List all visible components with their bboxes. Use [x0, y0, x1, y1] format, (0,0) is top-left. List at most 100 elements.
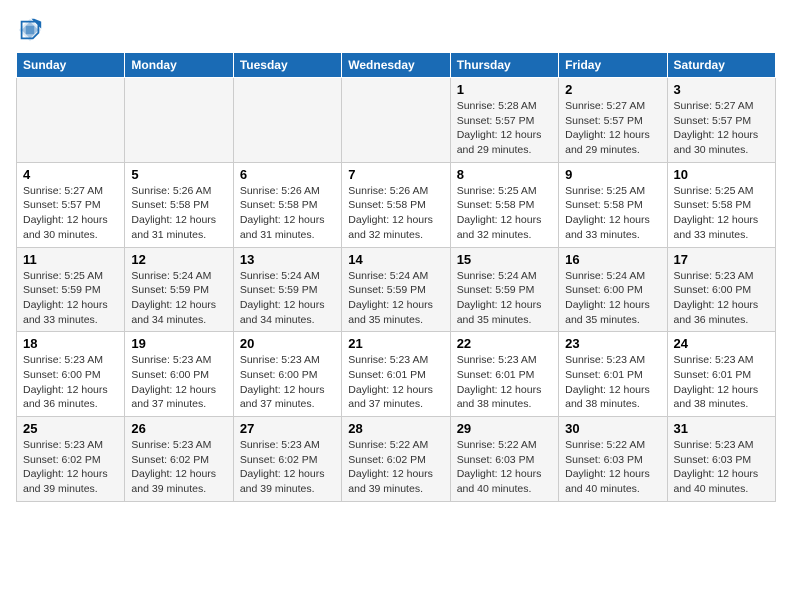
- day-number: 12: [131, 252, 226, 267]
- cell-text: Sunrise: 5:27 AM: [674, 99, 769, 114]
- calendar-cell: 26Sunrise: 5:23 AMSunset: 6:02 PMDayligh…: [125, 417, 233, 502]
- cell-text: Sunset: 5:58 PM: [131, 198, 226, 213]
- cell-text: Sunrise: 5:22 AM: [457, 438, 552, 453]
- day-number: 21: [348, 336, 443, 351]
- cell-text: and 38 minutes.: [457, 397, 552, 412]
- calendar-cell: 5Sunrise: 5:26 AMSunset: 5:58 PMDaylight…: [125, 162, 233, 247]
- cell-text: Sunset: 5:58 PM: [348, 198, 443, 213]
- cell-text: Sunrise: 5:23 AM: [348, 353, 443, 368]
- cell-text: and 40 minutes.: [674, 482, 769, 497]
- cell-text: Sunset: 5:57 PM: [457, 114, 552, 129]
- cell-text: Sunset: 6:03 PM: [674, 453, 769, 468]
- cell-text: Sunset: 5:59 PM: [348, 283, 443, 298]
- cell-text: Sunrise: 5:24 AM: [348, 269, 443, 284]
- cell-text: and 30 minutes.: [23, 228, 118, 243]
- calendar-cell: 9Sunrise: 5:25 AMSunset: 5:58 PMDaylight…: [559, 162, 667, 247]
- cell-text: Sunrise: 5:23 AM: [674, 353, 769, 368]
- week-row-5: 25Sunrise: 5:23 AMSunset: 6:02 PMDayligh…: [17, 417, 776, 502]
- calendar-cell: 10Sunrise: 5:25 AMSunset: 5:58 PMDayligh…: [667, 162, 775, 247]
- cell-text: Sunset: 6:01 PM: [457, 368, 552, 383]
- cell-text: Daylight: 12 hours: [23, 213, 118, 228]
- cell-text: Sunrise: 5:23 AM: [240, 438, 335, 453]
- logo-icon: [16, 16, 44, 44]
- cell-text: Sunrise: 5:23 AM: [240, 353, 335, 368]
- cell-text: and 33 minutes.: [23, 313, 118, 328]
- cell-text: and 31 minutes.: [131, 228, 226, 243]
- cell-text: and 40 minutes.: [457, 482, 552, 497]
- calendar-cell: 6Sunrise: 5:26 AMSunset: 5:58 PMDaylight…: [233, 162, 341, 247]
- cell-text: Daylight: 12 hours: [457, 383, 552, 398]
- cell-text: Sunset: 6:00 PM: [674, 283, 769, 298]
- cell-text: Daylight: 12 hours: [674, 128, 769, 143]
- cell-text: Sunrise: 5:22 AM: [348, 438, 443, 453]
- cell-text: and 39 minutes.: [23, 482, 118, 497]
- weekday-header-sunday: Sunday: [17, 53, 125, 78]
- day-number: 26: [131, 421, 226, 436]
- cell-text: Daylight: 12 hours: [674, 213, 769, 228]
- weekday-row: SundayMondayTuesdayWednesdayThursdayFrid…: [17, 53, 776, 78]
- cell-text: Daylight: 12 hours: [674, 383, 769, 398]
- cell-text: and 38 minutes.: [674, 397, 769, 412]
- weekday-header-friday: Friday: [559, 53, 667, 78]
- calendar-cell: 12Sunrise: 5:24 AMSunset: 5:59 PMDayligh…: [125, 247, 233, 332]
- cell-text: and 35 minutes.: [348, 313, 443, 328]
- cell-text: and 39 minutes.: [240, 482, 335, 497]
- cell-text: Daylight: 12 hours: [457, 298, 552, 313]
- calendar-cell: 3 Sunrise: 5:27 AMSunset: 5:57 PMDaylight…: [667, 78, 775, 163]
- cell-text: Sunset: 6:00 PM: [565, 283, 660, 298]
- cell-text: Sunrise: 5:24 AM: [240, 269, 335, 284]
- cell-text: and 29 minutes.: [457, 143, 552, 158]
- calendar-body: 1Sunrise: 5:28 AMSunset: 5:57 PMDaylight…: [17, 78, 776, 502]
- calendar-cell: 7Sunrise: 5:26 AMSunset: 5:58 PMDaylight…: [342, 162, 450, 247]
- cell-text: Sunset: 5:58 PM: [565, 198, 660, 213]
- day-number: 18: [23, 336, 118, 351]
- cell-text: Daylight: 12 hours: [23, 467, 118, 482]
- day-number: 27: [240, 421, 335, 436]
- cell-text: Sunrise: 5:23 AM: [674, 269, 769, 284]
- cell-text: Sunrise: 5:23 AM: [131, 353, 226, 368]
- cell-text: Sunrise: 5:27 AM: [23, 184, 118, 199]
- calendar-cell: 28Sunrise: 5:22 AMSunset: 6:02 PMDayligh…: [342, 417, 450, 502]
- cell-text: Sunset: 5:57 PM: [23, 198, 118, 213]
- cell-text: and 37 minutes.: [131, 397, 226, 412]
- cell-text: Sunrise: 5:23 AM: [23, 353, 118, 368]
- calendar-table: SundayMondayTuesdayWednesdayThursdayFrid…: [16, 52, 776, 502]
- cell-text: and 34 minutes.: [240, 313, 335, 328]
- cell-text: Sunrise: 5:23 AM: [23, 438, 118, 453]
- logo: [16, 16, 48, 44]
- calendar-cell: [342, 78, 450, 163]
- cell-text: and 29 minutes.: [565, 143, 660, 158]
- cell-text: and 36 minutes.: [674, 313, 769, 328]
- day-number: 7: [348, 167, 443, 182]
- calendar-cell: 21Sunrise: 5:23 AMSunset: 6:01 PMDayligh…: [342, 332, 450, 417]
- cell-text: and 35 minutes.: [565, 313, 660, 328]
- day-number: 13: [240, 252, 335, 267]
- calendar-cell: [233, 78, 341, 163]
- cell-text: and 37 minutes.: [240, 397, 335, 412]
- cell-text: Sunset: 6:00 PM: [23, 368, 118, 383]
- cell-text: Sunset: 6:03 PM: [565, 453, 660, 468]
- cell-text: Daylight: 12 hours: [240, 298, 335, 313]
- cell-text: Sunset: 6:01 PM: [565, 368, 660, 383]
- calendar-cell: 16Sunrise: 5:24 AMSunset: 6:00 PMDayligh…: [559, 247, 667, 332]
- cell-text: Sunset: 5:59 PM: [457, 283, 552, 298]
- cell-text: Sunset: 5:57 PM: [674, 114, 769, 129]
- cell-text: Daylight: 12 hours: [240, 213, 335, 228]
- day-number: 3: [674, 82, 769, 97]
- cell-text: and 40 minutes.: [565, 482, 660, 497]
- cell-text: and 36 minutes.: [23, 397, 118, 412]
- cell-text: and 39 minutes.: [348, 482, 443, 497]
- day-number: 28: [348, 421, 443, 436]
- cell-text: and 33 minutes.: [565, 228, 660, 243]
- cell-text: Sunrise: 5:26 AM: [348, 184, 443, 199]
- cell-text: Sunrise: 5:25 AM: [674, 184, 769, 199]
- calendar-cell: 23Sunrise: 5:23 AMSunset: 6:01 PMDayligh…: [559, 332, 667, 417]
- cell-text: Sunset: 6:01 PM: [348, 368, 443, 383]
- cell-text: Daylight: 12 hours: [565, 383, 660, 398]
- day-number: 8: [457, 167, 552, 182]
- cell-text: Sunrise: 5:26 AM: [240, 184, 335, 199]
- cell-text: Sunset: 6:00 PM: [240, 368, 335, 383]
- cell-text: Sunrise: 5:25 AM: [23, 269, 118, 284]
- day-number: 5: [131, 167, 226, 182]
- weekday-header-saturday: Saturday: [667, 53, 775, 78]
